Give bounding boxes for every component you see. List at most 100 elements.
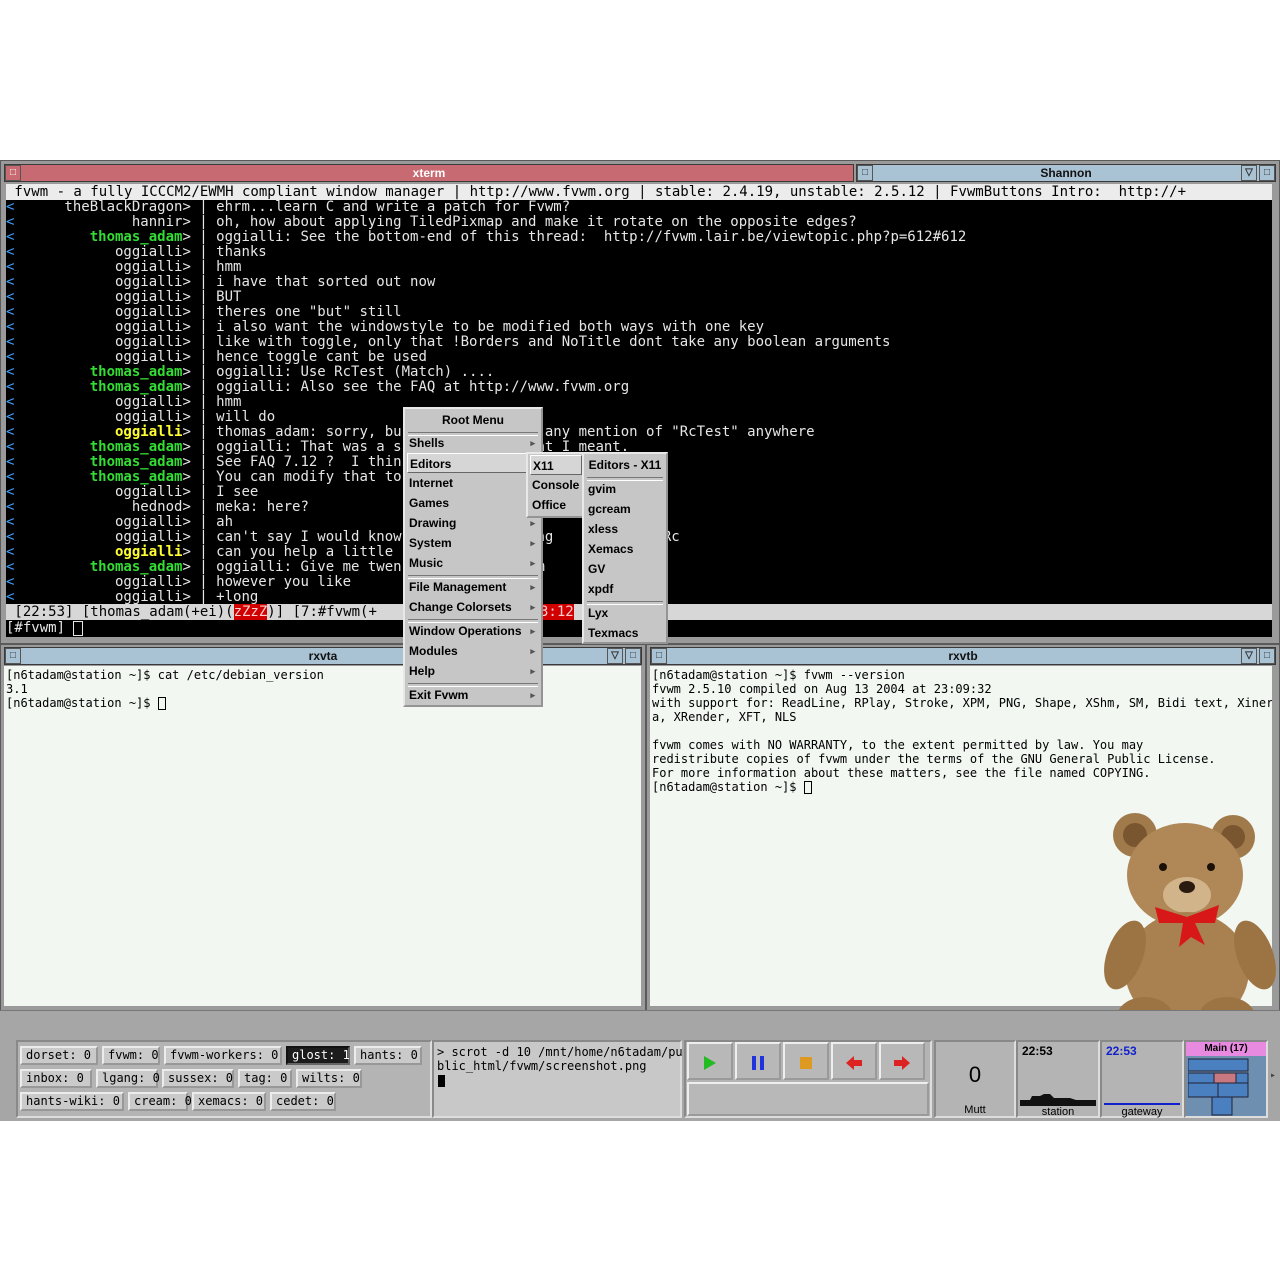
irc-nick[interactable]: oggialli bbox=[14, 395, 182, 410]
message-marker: < bbox=[6, 409, 15, 425]
menu-item-lyx[interactable]: Lyx bbox=[586, 603, 664, 623]
panel-scroll-arrow-icon[interactable]: ▸ bbox=[1270, 1070, 1276, 1081]
play-button[interactable] bbox=[687, 1042, 733, 1080]
mail-folder-button[interactable]: wilts: 0 bbox=[296, 1069, 362, 1088]
menu-item-editors[interactable]: Editors▸ bbox=[407, 453, 539, 473]
menu-item-gcream[interactable]: gcream bbox=[586, 499, 664, 519]
irc-nick[interactable]: oggialli bbox=[14, 515, 182, 530]
menu-item-office[interactable]: Office bbox=[530, 495, 582, 515]
irc-nick[interactable]: oggialli bbox=[14, 545, 182, 560]
irc-nick[interactable]: oggialli bbox=[14, 305, 182, 320]
irc-nick[interactable]: thomas_adam bbox=[14, 230, 183, 245]
irc-nick[interactable]: oggialli bbox=[14, 350, 182, 365]
shannon-titlebar[interactable]: □ Shannon ▽ □ bbox=[856, 164, 1276, 182]
irc-nick[interactable]: oggialli bbox=[14, 335, 182, 350]
irc-nick[interactable]: oggialli bbox=[14, 485, 182, 500]
irc-nick[interactable]: hednod bbox=[14, 500, 183, 515]
mail-folder-button[interactable]: sussex: 0 bbox=[162, 1069, 234, 1088]
irc-nick[interactable]: oggialli bbox=[14, 530, 182, 545]
pause-button[interactable] bbox=[735, 1042, 781, 1080]
mail-folder-button[interactable]: tag: 0 bbox=[238, 1069, 292, 1088]
irc-nick[interactable]: thomas_adam bbox=[14, 440, 183, 455]
irc-nick[interactable]: oggialli bbox=[14, 245, 182, 260]
maximize-button[interactable]: □ bbox=[625, 648, 641, 664]
gateway-load-graph bbox=[1104, 1103, 1180, 1105]
menu-item-xless[interactable]: xless bbox=[586, 519, 664, 539]
menu-item-music[interactable]: Music ▸ bbox=[407, 553, 539, 573]
irc-nick[interactable]: oggialli bbox=[14, 260, 182, 275]
irc-message: < oggialli> | hmm bbox=[6, 260, 241, 275]
rxvta-titlebar[interactable]: □ rxvta ▽ □ bbox=[4, 647, 642, 665]
rxvtb-titlebar[interactable]: □ rxvtb ▽ □ bbox=[650, 647, 1276, 665]
rxvta-terminal[interactable]: [n6tadam@station ~]$ cat /etc/debian_ver… bbox=[4, 666, 641, 1006]
irc-nick[interactable]: theBlackDragon bbox=[14, 200, 182, 215]
irc-nick[interactable]: thomas_adam bbox=[14, 470, 183, 485]
mail-folder-button[interactable]: xemacs: 0 bbox=[192, 1092, 266, 1111]
mail-folder-button[interactable]: cedet: 0 bbox=[270, 1092, 336, 1111]
menu-item-modules[interactable]: Modules ▸ bbox=[407, 641, 539, 661]
irc-nick[interactable]: oggialli bbox=[14, 320, 182, 335]
previous-button[interactable] bbox=[831, 1042, 877, 1080]
menu-item-gv[interactable]: GV bbox=[586, 559, 664, 579]
mail-folder-button[interactable]: dorset: 0 bbox=[20, 1046, 98, 1065]
menu-item-drawing[interactable]: Drawing ▸ bbox=[407, 513, 539, 533]
menu-item-exit-fvwm[interactable]: Exit Fvwm ▸ bbox=[407, 685, 539, 705]
maximize-button[interactable]: □ bbox=[1259, 648, 1275, 664]
mail-folder-button[interactable]: cream: 0 bbox=[128, 1092, 192, 1111]
next-button[interactable] bbox=[879, 1042, 925, 1080]
minimize-button[interactable]: ▽ bbox=[1241, 165, 1257, 181]
menu-item-xpdf[interactable]: xpdf bbox=[586, 579, 664, 599]
irc-nick[interactable]: oggialli bbox=[14, 275, 182, 290]
minimize-button[interactable]: ▽ bbox=[1241, 648, 1257, 664]
menu-item-shells[interactable]: Shells ▸ bbox=[407, 433, 539, 453]
irc-message-text: oggialli: Also see the FAQ at http://www… bbox=[216, 379, 630, 395]
irc-nick[interactable]: hannir bbox=[14, 215, 183, 230]
arrow-right-icon bbox=[894, 1056, 910, 1070]
irc-nick[interactable]: thomas_adam bbox=[14, 365, 183, 380]
menu-item-window-operations[interactable]: Window Operations ▸ bbox=[407, 621, 539, 641]
command-shell-box[interactable]: > scrot -d 10 /mnt/home/n6tadam/pu blic_… bbox=[432, 1040, 683, 1118]
irc-nick[interactable]: oggialli bbox=[14, 575, 182, 590]
menu-item-gvim[interactable]: gvim bbox=[586, 479, 664, 499]
menu-item-label: gcream bbox=[588, 502, 631, 516]
menu-item-games[interactable]: Games▸ bbox=[407, 493, 539, 513]
menu-item-x11[interactable]: X11 bbox=[530, 455, 582, 475]
menu-item-internet[interactable]: Internet▸ bbox=[407, 473, 539, 493]
menu-item-help[interactable]: Help ▸ bbox=[407, 661, 539, 681]
window-menu-button[interactable]: □ bbox=[651, 648, 667, 664]
irc-nick[interactable]: oggialli bbox=[14, 425, 182, 440]
irc-nick[interactable]: thomas_adam bbox=[14, 380, 183, 395]
mail-folder-button[interactable]: glost: 1 bbox=[286, 1046, 350, 1065]
maximize-button[interactable]: □ bbox=[1259, 165, 1275, 181]
menu-item-console[interactable]: Console bbox=[530, 475, 582, 495]
mail-folder-button[interactable]: inbox: 0 bbox=[20, 1069, 92, 1088]
menu-item-system[interactable]: System ▸ bbox=[407, 533, 539, 553]
window-menu-button[interactable]: □ bbox=[5, 648, 21, 664]
mail-folder-button[interactable]: fvwm-workers: 0 bbox=[164, 1046, 282, 1065]
desktop-pager[interactable]: Main (17) bbox=[1184, 1040, 1268, 1118]
menu-item-texmacs[interactable]: Texmacs bbox=[586, 623, 664, 643]
xterm-titlebar[interactable]: □ xterm bbox=[4, 164, 854, 182]
irc-nick[interactable]: oggialli bbox=[14, 590, 182, 605]
irc-nick[interactable]: thomas_adam bbox=[14, 455, 183, 470]
mail-folder-button[interactable]: hants-wiki: 0 bbox=[20, 1092, 124, 1111]
nick-separator: > | bbox=[182, 589, 217, 605]
irc-nick[interactable]: oggialli bbox=[14, 290, 182, 305]
terminal-line: redistribute copies of fvwm under the te… bbox=[652, 752, 1216, 766]
play-icon bbox=[704, 1056, 716, 1070]
menu-item-file-management[interactable]: File Management ▸ bbox=[407, 577, 539, 597]
minimize-button[interactable]: ▽ bbox=[607, 648, 623, 664]
mail-folder-button[interactable]: lgang: 0 bbox=[96, 1069, 160, 1088]
window-menu-button[interactable]: □ bbox=[5, 165, 21, 181]
mutt-monitor[interactable]: 0 Mutt bbox=[934, 1040, 1016, 1118]
nick-separator: > | bbox=[182, 214, 217, 230]
mail-folder-button[interactable]: fvwm: 0 bbox=[102, 1046, 160, 1065]
stop-button[interactable] bbox=[783, 1042, 829, 1080]
gateway-load-monitor: 22:53 gateway bbox=[1100, 1040, 1184, 1118]
menu-item-xemacs[interactable]: Xemacs bbox=[586, 539, 664, 559]
irc-nick[interactable]: oggialli bbox=[14, 410, 182, 425]
menu-item-change-colorsets[interactable]: Change Colorsets ▸ bbox=[407, 597, 539, 617]
mail-folder-button[interactable]: hants: 0 bbox=[354, 1046, 422, 1065]
window-menu-button[interactable]: □ bbox=[857, 165, 873, 181]
irc-nick[interactable]: thomas_adam bbox=[14, 560, 183, 575]
